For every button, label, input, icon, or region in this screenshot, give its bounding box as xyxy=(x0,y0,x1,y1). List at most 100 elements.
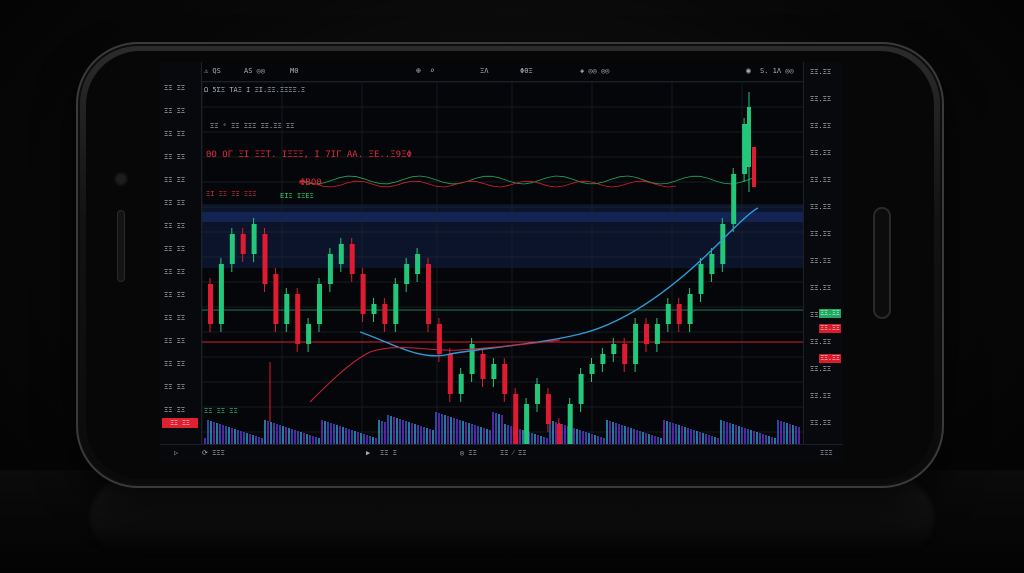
toolbar-item-indicators[interactable]: Μ0 xyxy=(290,67,298,75)
candle-body xyxy=(404,264,410,284)
volume-bar xyxy=(609,421,611,444)
search-icon[interactable]: ⌕ xyxy=(430,66,435,75)
volume-bar xyxy=(420,426,422,444)
volume-bar xyxy=(363,434,365,444)
volume-bar xyxy=(429,429,431,444)
volume-bar xyxy=(780,421,782,444)
volume-bar xyxy=(483,428,485,444)
footer-scale[interactable]: ΞΞ Ξ xyxy=(380,449,397,457)
volume-bar xyxy=(498,414,500,444)
footer-range[interactable]: ⟳ ΞΞΞ xyxy=(202,449,225,457)
volume-bar xyxy=(285,427,287,444)
candle-body xyxy=(513,394,519,444)
volume-bar xyxy=(309,435,311,444)
price-axis-label: ΞΞ.ΞΞ xyxy=(810,176,832,184)
volume-bar xyxy=(405,421,407,444)
price-axis-label: ΞΞ.ΞΞ xyxy=(810,338,832,346)
zoom-in-icon[interactable]: ⊕ xyxy=(416,66,421,75)
footer-auto[interactable]: ΞΞΞ xyxy=(820,449,833,457)
volume-bar xyxy=(792,425,794,444)
volume-bar xyxy=(444,415,446,444)
candle-body xyxy=(600,354,606,364)
volume-bar xyxy=(216,423,218,444)
candle-body xyxy=(654,324,660,344)
volume-bar xyxy=(750,430,752,444)
volume-bar xyxy=(282,426,284,444)
volume-bar xyxy=(327,422,329,444)
ohlc-row-2: ΞΞ ᵉ ΞΞ ΞΞΞ ΞΞ.ΞΞ ΞΞ xyxy=(210,122,295,130)
toolbar-item-timeframe[interactable]: AS ◎◎ xyxy=(244,67,265,75)
toolbar-item-symbol[interactable]: ⚠ QS xyxy=(204,67,221,75)
left-axis-label: ΞΞ ΞΞ xyxy=(164,153,186,161)
volume-bar xyxy=(462,421,464,444)
price-axis-label: ΞΞ.ΞΞ xyxy=(810,230,832,238)
volume-bar xyxy=(639,431,641,444)
footer-log[interactable]: ΞΞ ⁄ ΞΞ xyxy=(500,449,526,457)
volume-bar xyxy=(474,425,476,444)
volume-bar xyxy=(432,430,434,444)
price-axis-label: ΞΞ.ΞΞ xyxy=(810,365,832,373)
volume-bar xyxy=(390,416,392,444)
volume-bar xyxy=(384,422,386,444)
volume-bar xyxy=(543,437,545,444)
candle-body xyxy=(382,304,388,324)
candle-body xyxy=(611,344,617,354)
volume-bar xyxy=(273,423,275,444)
volume-bar xyxy=(450,417,452,444)
volume-bar xyxy=(786,423,788,444)
volume-bar xyxy=(270,422,272,444)
candle-body xyxy=(360,274,366,314)
candle-body xyxy=(229,234,235,264)
volume-bar xyxy=(582,431,584,444)
volume-bar xyxy=(597,436,599,444)
toolbar-item-compare[interactable]: ΞΛ xyxy=(480,67,488,75)
footer-percent[interactable]: ◎ ΞΞ xyxy=(460,449,477,457)
volume-bar xyxy=(354,431,356,444)
camera-icon[interactable]: ◉ xyxy=(746,66,751,75)
volume-bar xyxy=(693,430,695,444)
footer-replay-icon[interactable]: ▶ xyxy=(366,449,370,457)
volume-bar xyxy=(300,432,302,444)
toolbar-item-layout[interactable]: ΦΘΞ xyxy=(520,67,533,75)
volume-bar xyxy=(234,429,236,444)
candle-body xyxy=(709,254,715,274)
left-axis-label: ΞΞ ΞΞ xyxy=(164,84,186,92)
toolbar-item-settings[interactable]: S. 1Λ ◎◎ xyxy=(760,67,794,75)
volume-bar xyxy=(330,423,332,444)
volume-bar xyxy=(210,421,212,444)
volume-bar xyxy=(231,428,233,444)
candle-body xyxy=(545,394,551,424)
volume-bar xyxy=(279,425,281,444)
volume-bar xyxy=(624,426,626,444)
volume-bar xyxy=(576,429,578,444)
volume-bar xyxy=(510,426,512,444)
volume-bar xyxy=(777,420,779,444)
toolbar-item-alerts[interactable]: ◈ ◎◎ ◎◎ xyxy=(580,67,610,75)
volume-bar xyxy=(267,421,269,444)
candle-body xyxy=(480,354,486,379)
volume-bar xyxy=(471,424,473,444)
volume-bar xyxy=(408,422,410,444)
volume-bar xyxy=(708,435,710,444)
volume-bar xyxy=(387,415,389,444)
footer-play-icon[interactable]: ▷ xyxy=(174,449,178,457)
volume-bar xyxy=(207,420,209,444)
candle-body xyxy=(306,324,312,344)
home-button[interactable] xyxy=(873,207,891,319)
volume-bar xyxy=(393,417,395,444)
volume-bar xyxy=(789,424,791,444)
candle-body xyxy=(317,284,322,324)
volume-bar xyxy=(378,420,380,444)
candle-body xyxy=(295,294,301,344)
volume-bar xyxy=(669,422,671,444)
volume-bar xyxy=(486,429,488,444)
volume-bar xyxy=(426,428,428,444)
volume-bar xyxy=(492,412,494,444)
candle-body xyxy=(338,244,344,264)
candle-body xyxy=(240,234,246,254)
volume-bar xyxy=(666,421,668,444)
volume-bar xyxy=(648,434,650,444)
volume-bar xyxy=(615,423,617,444)
left-axis-label: ΞΞ ΞΞ xyxy=(164,337,186,345)
volume-bar xyxy=(618,424,620,444)
